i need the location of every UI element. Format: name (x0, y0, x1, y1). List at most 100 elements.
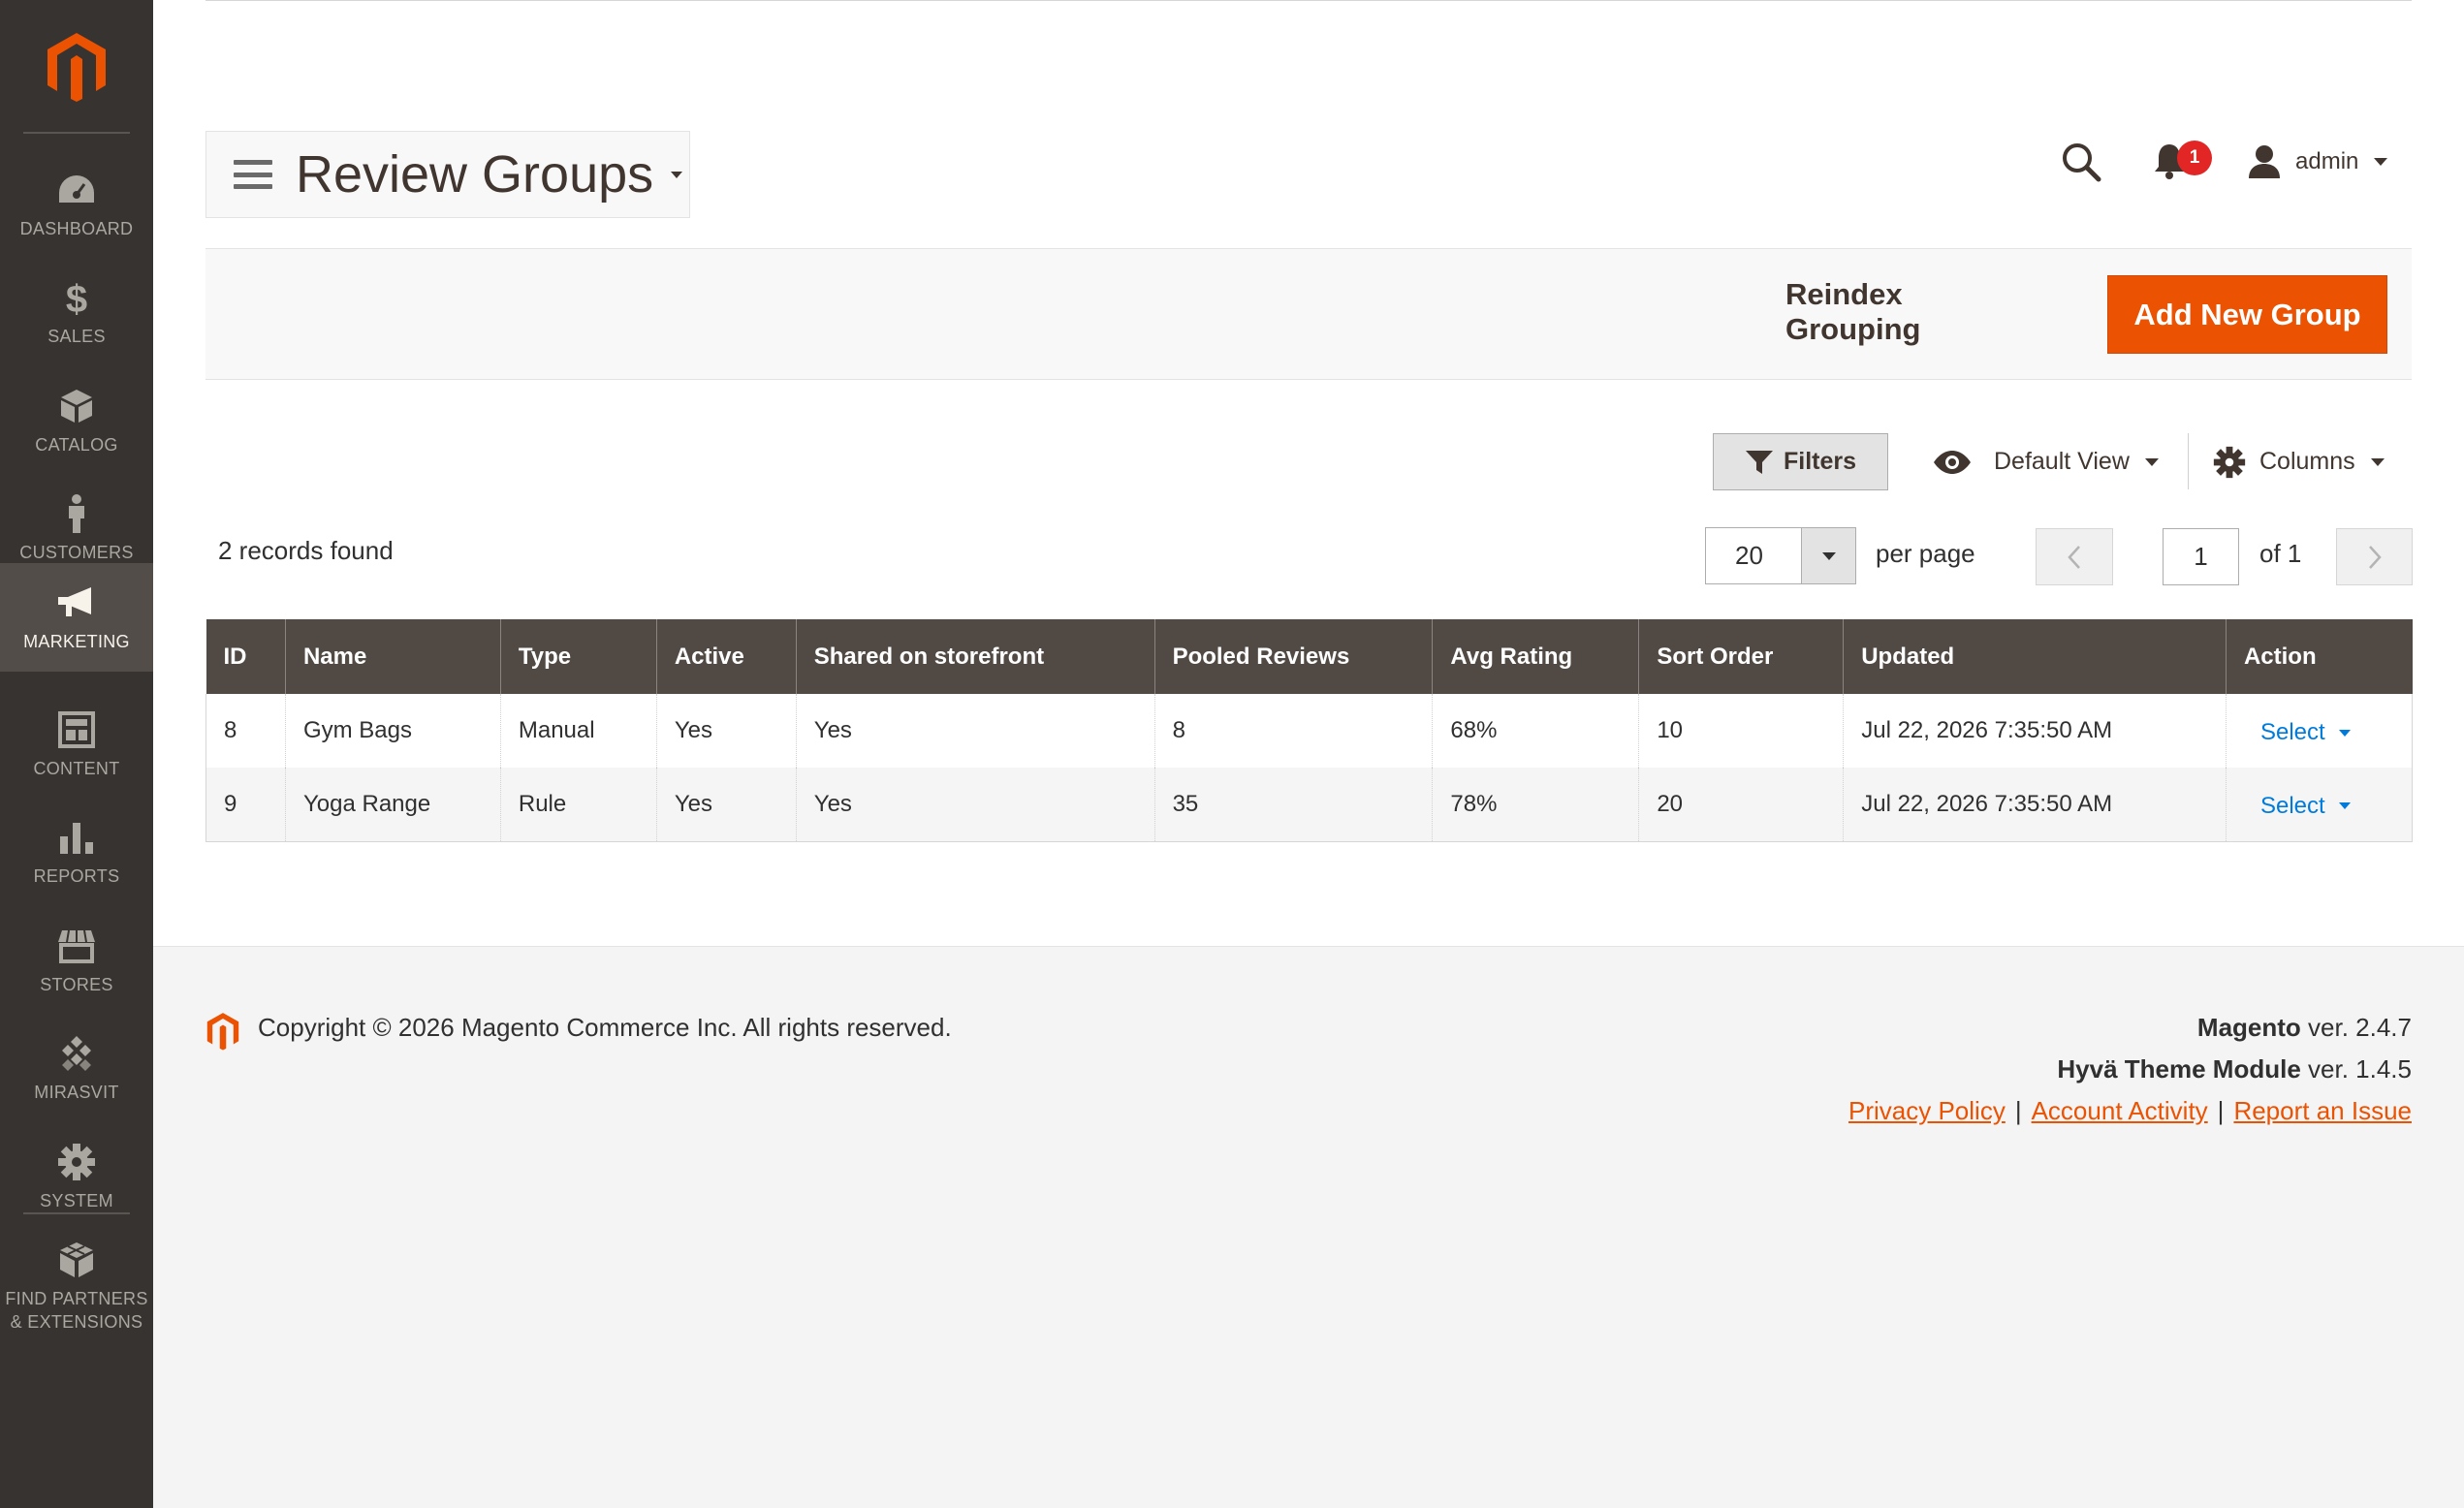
cell-name: Gym Bags (284, 694, 501, 768)
sidebar-item-label: CUSTOMERS (19, 543, 134, 562)
columns-selector[interactable]: Columns (2213, 433, 2385, 490)
cell-pooled-reviews: 8 (1153, 694, 1433, 768)
footer-links: Privacy Policy | Account Activity | Repo… (1848, 1096, 2412, 1126)
toolbar-divider (2188, 433, 2189, 489)
sidebar-item-system[interactable]: SYSTEM (0, 1122, 153, 1231)
current-page-input[interactable]: 1 (2163, 528, 2239, 585)
hyva-version-number: ver. 1.4.5 (2300, 1054, 2412, 1084)
sidebar-item-reports[interactable]: REPORTS (0, 798, 153, 906)
gear-icon (55, 1141, 98, 1183)
page-title-switcher[interactable]: Review Groups (205, 131, 690, 218)
column-header-active[interactable]: Active (655, 619, 797, 694)
select-label: Select (2259, 719, 2325, 745)
gear-icon (2213, 446, 2246, 478)
per-page-dropdown-button[interactable] (1801, 528, 1855, 583)
column-header-updated[interactable]: Updated (1843, 619, 2227, 694)
sidebar-item-label: SALES (47, 327, 106, 346)
sidebar-item-dashboard[interactable]: DASHBOARD (0, 150, 153, 259)
magento-logo[interactable] (0, 0, 153, 133)
sidebar-item-catalog[interactable]: CATALOG (0, 366, 153, 475)
hamburger-icon (234, 160, 272, 189)
privacy-policy-link[interactable]: Privacy Policy (1848, 1096, 2006, 1126)
sidebar-item-label: REPORTS (33, 866, 120, 886)
previous-page-button[interactable] (2036, 528, 2113, 585)
filters-button[interactable]: Filters (1713, 433, 1888, 490)
review-groups-grid: ID Name Type Active Shared on storefront… (205, 619, 2414, 842)
filters-label: Filters (1783, 448, 1857, 475)
dashboard-icon (55, 169, 98, 211)
link-separator: | (2014, 1096, 2022, 1125)
sidebar-divider (23, 132, 130, 134)
sidebar-item-marketing[interactable]: MARKETING (0, 563, 153, 672)
sidebar-item-label: CONTENT (33, 759, 120, 778)
report-issue-link[interactable]: Report an Issue (2233, 1096, 2412, 1126)
sidebar-divider (23, 1212, 130, 1214)
sidebar-item-stores[interactable]: STORES (0, 906, 153, 1015)
person-icon (55, 492, 98, 535)
user-icon (2249, 145, 2280, 178)
bar-chart-icon (55, 816, 98, 859)
row-action-select[interactable]: Select (2244, 789, 2351, 820)
cube-icon (55, 385, 98, 427)
cell-type: Manual (499, 694, 657, 768)
admin-user-menu[interactable]: admin (2247, 141, 2388, 183)
mirasvit-icon (55, 1032, 98, 1075)
column-header-shared[interactable]: Shared on storefront (795, 619, 1155, 694)
hyva-name: Hyvä Theme Module (2057, 1054, 2301, 1084)
view-selector[interactable]: Default View (1932, 433, 2159, 490)
blocks-icon (55, 1239, 98, 1281)
account-activity-link[interactable]: Account Activity (2032, 1096, 2208, 1126)
sidebar-item-label: FIND PARTNERS & EXTENSIONS (5, 1289, 148, 1332)
cell-type: Rule (499, 768, 657, 842)
sidebar-item-sales[interactable]: $ SALES (0, 258, 153, 366)
reindex-grouping-button[interactable]: Reindex Grouping (1785, 272, 2008, 352)
sidebar-item-label: CATALOG (35, 435, 118, 455)
cell-shared: Yes (795, 768, 1155, 842)
notification-count-badge[interactable]: 1 (2177, 141, 2212, 175)
cell-active: Yes (655, 768, 797, 842)
cell-sort-order: 10 (1638, 694, 1844, 768)
grid-header-row: ID Name Type Active Shared on storefront… (205, 619, 2413, 694)
cell-updated: Jul 22, 2026 7:35:50 AM (1843, 694, 2227, 768)
dollar-icon: $ (55, 276, 98, 319)
search-icon (2063, 143, 2101, 182)
next-page-button[interactable] (2336, 528, 2413, 585)
cell-updated: Jul 22, 2026 7:35:50 AM (1843, 768, 2227, 842)
table-row[interactable]: 8 Gym Bags Manual Yes Yes 8 68% 10 Jul 2… (205, 694, 2414, 768)
top-divider (205, 0, 2412, 1)
admin-sidebar: DASHBOARD $ SALES CATALOG CUSTOMERS MARK… (0, 0, 153, 1508)
caret-down-icon (2338, 802, 2351, 810)
cell-id: 9 (205, 768, 286, 842)
page-count-label: of 1 (2259, 539, 2302, 568)
column-header-sort-order[interactable]: Sort Order (1638, 619, 1844, 694)
view-label: Default View (1994, 448, 2130, 475)
per-page-select[interactable]: 20 (1705, 527, 1856, 584)
column-header-avg-rating[interactable]: Avg Rating (1432, 619, 1639, 694)
column-header-type[interactable]: Type (499, 619, 657, 694)
row-action-select[interactable]: Select (2244, 715, 2351, 746)
caret-down-icon (671, 171, 683, 178)
table-row[interactable]: 9 Yoga Range Rule Yes Yes 35 78% 20 Jul … (205, 768, 2414, 842)
cell-action: Select (2225, 768, 2414, 842)
per-page-label: per page (1876, 539, 1975, 568)
sidebar-item-label: SYSTEM (40, 1191, 113, 1210)
page-title: Review Groups (296, 145, 654, 204)
add-new-group-button[interactable]: Add New Group (2107, 275, 2387, 354)
chevron-left-icon (2068, 545, 2080, 569)
sidebar-item-label: MIRASVIT (34, 1083, 119, 1102)
cell-name: Yoga Range (284, 768, 501, 842)
magento-footer-logo (205, 1012, 240, 1051)
cell-action: Select (2225, 694, 2414, 768)
sidebar-item-label: STORES (40, 975, 113, 994)
column-header-pooled-reviews[interactable]: Pooled Reviews (1153, 619, 1433, 694)
sidebar-item-find-partners[interactable]: FIND PARTNERS & EXTENSIONS (0, 1223, 153, 1349)
column-header-action: Action (2225, 619, 2413, 694)
sidebar-item-mirasvit[interactable]: MIRASVIT (0, 1014, 153, 1122)
column-header-id[interactable]: ID (205, 619, 286, 694)
search-button[interactable] (2060, 141, 2102, 183)
sidebar-item-content[interactable]: CONTENT (0, 690, 153, 799)
caret-down-icon (1821, 551, 1836, 560)
column-header-name[interactable]: Name (284, 619, 501, 694)
layout-icon (55, 708, 98, 751)
footer-divider (153, 946, 2464, 947)
